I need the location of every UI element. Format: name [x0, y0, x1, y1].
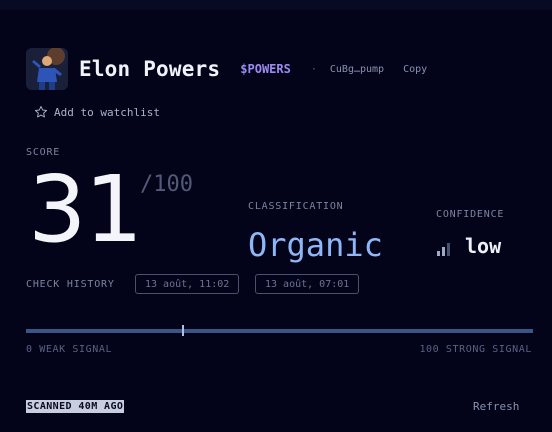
confidence-indicator: low: [437, 236, 501, 256]
separator-dot: ·: [310, 63, 317, 75]
history-entry[interactable]: 13 août, 11:02: [135, 274, 240, 294]
scale-min-label: 0 WEAK SIGNAL: [26, 344, 113, 355]
confidence-bar: [437, 251, 440, 256]
scale-max-label: 100 STRONG SIGNAL: [419, 344, 532, 355]
confidence-value: low: [465, 234, 502, 258]
star-outline-icon: [34, 105, 48, 118]
refresh-button[interactable]: Refresh: [473, 400, 519, 413]
history-entry[interactable]: 13 août, 07:01: [255, 274, 360, 294]
token-ticker: $POWERS: [240, 62, 291, 76]
confidence-label: CONFIDENCE: [436, 209, 505, 220]
confidence-bar: [447, 243, 450, 256]
top-strip: [0, 0, 552, 10]
classification-label: CLASSIFICATION: [248, 201, 344, 212]
scanned-badge: SCANNED 40M AGO: [26, 400, 125, 413]
score-value: 31: [28, 156, 143, 263]
confidence-bar: [442, 247, 445, 256]
add-to-watchlist-button[interactable]: Add to watchlist: [34, 105, 160, 119]
signal-track: [26, 329, 533, 333]
contract-address: CuBg…pump: [329, 63, 385, 75]
check-history-label: CHECK HISTORY: [26, 279, 115, 290]
copy-address-button[interactable]: Copy: [403, 64, 427, 75]
signal-bars-icon: [437, 240, 456, 256]
token-header: Elon Powers $POWERS · CuBg…pump Copy: [26, 48, 427, 90]
classification-value: Organic: [248, 226, 383, 264]
avatar: [26, 48, 68, 90]
score-marker: [182, 325, 185, 336]
watchlist-label: Add to watchlist: [54, 105, 160, 119]
token-name: Elon Powers: [79, 57, 221, 81]
score-max: /100: [140, 172, 193, 197]
